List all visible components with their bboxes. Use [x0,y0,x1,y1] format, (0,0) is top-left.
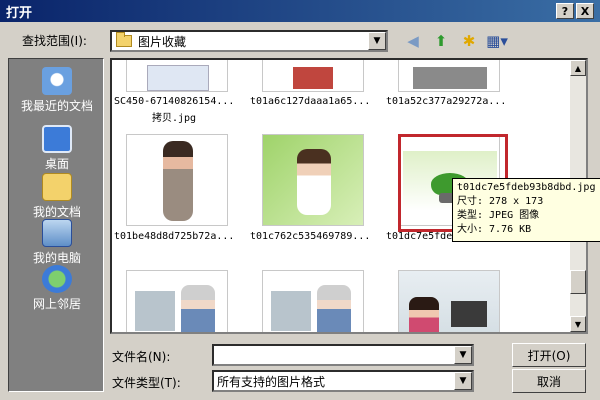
my-computer-icon [42,219,72,247]
view-menu-icon[interactable]: ▦▾ [486,31,508,51]
look-in-label: 查找范围(I): [22,34,87,48]
place-my-documents[interactable]: 我的文档 [9,173,105,220]
thumbnail-3[interactable] [398,60,500,92]
look-in-value: 图片收藏 [138,34,187,49]
places-bar: 我最近的文档 桌面 我的文档 我的电脑 网上邻居 [8,58,104,392]
window-title: 打开 [6,5,33,21]
my-documents-icon [42,173,72,201]
open-button[interactable]: 打开(O) [512,343,586,367]
look-in-combo[interactable]: 图片收藏 ▼ [110,30,388,52]
thumbnail-9[interactable] [398,270,500,332]
filename-label: 文件名(N): [112,350,171,364]
recent-docs-icon [42,67,72,95]
file-name-line2: 拷贝.jpg [152,113,197,124]
help-button[interactable]: ? [556,3,574,19]
thumbnail-8[interactable] [262,270,364,332]
up-folder-icon[interactable]: ⬆ [430,31,452,51]
thumbnail-1[interactable] [126,60,228,92]
filename-input[interactable]: ▼ [212,344,474,366]
back-icon[interactable]: ◀ [402,31,424,51]
thumbnail-5[interactable] [262,134,364,226]
file-name[interactable]: t01a6c127daaa1a65... [250,96,370,107]
file-name[interactable]: t01a52c377a29272a... [386,96,506,107]
chevron-down-icon[interactable]: ▼ [368,32,386,50]
network-icon [42,265,72,293]
tooltip-type: 类型: JPEG 图像 [457,210,540,221]
title-bar: 打开 ? X [0,0,600,22]
thumbnail-4[interactable] [126,134,228,226]
place-desktop[interactable]: 桌面 [9,125,105,172]
thumbnail-2[interactable] [262,60,364,92]
new-folder-icon[interactable]: ✱ [458,31,480,51]
tooltip-size: 大小: 7.76 KB [457,224,532,235]
scroll-up-icon[interactable]: ▲ [570,60,586,76]
desktop-icon [42,125,72,153]
chevron-down-icon[interactable]: ▼ [454,372,472,390]
chevron-down-icon[interactable]: ▼ [454,346,472,364]
place-recent[interactable]: 我最近的文档 [9,67,105,114]
tooltip-filename: t01dc7e5fdeb93b8dbd.jpg [457,182,596,193]
nav-toolbar: ◀ ⬆ ✱ ▦▾ [402,31,508,51]
folder-icon [116,32,132,47]
filetype-label: 文件类型(T): [112,376,181,390]
scroll-down-icon[interactable]: ▼ [570,316,586,332]
close-button[interactable]: X [576,3,594,19]
file-name[interactable]: t01c762c535469789... [250,231,370,242]
filetype-select[interactable]: 所有支持的图片格式 ▼ [212,370,474,392]
file-tooltip: t01dc7e5fdeb93b8dbd.jpg 尺寸: 278 x 173 类型… [452,178,600,242]
place-my-computer[interactable]: 我的电脑 [9,219,105,266]
place-network[interactable]: 网上邻居 [9,265,105,312]
file-name[interactable]: SC450-67140826154... [114,96,234,107]
tooltip-dimensions: 尺寸: 278 x 173 [457,196,544,207]
cancel-button[interactable]: 取消 [512,369,586,393]
file-name[interactable]: t01be48d8d725b72a... [114,231,234,242]
scroll-thumb[interactable] [570,270,586,294]
thumbnail-7[interactable] [126,270,228,332]
